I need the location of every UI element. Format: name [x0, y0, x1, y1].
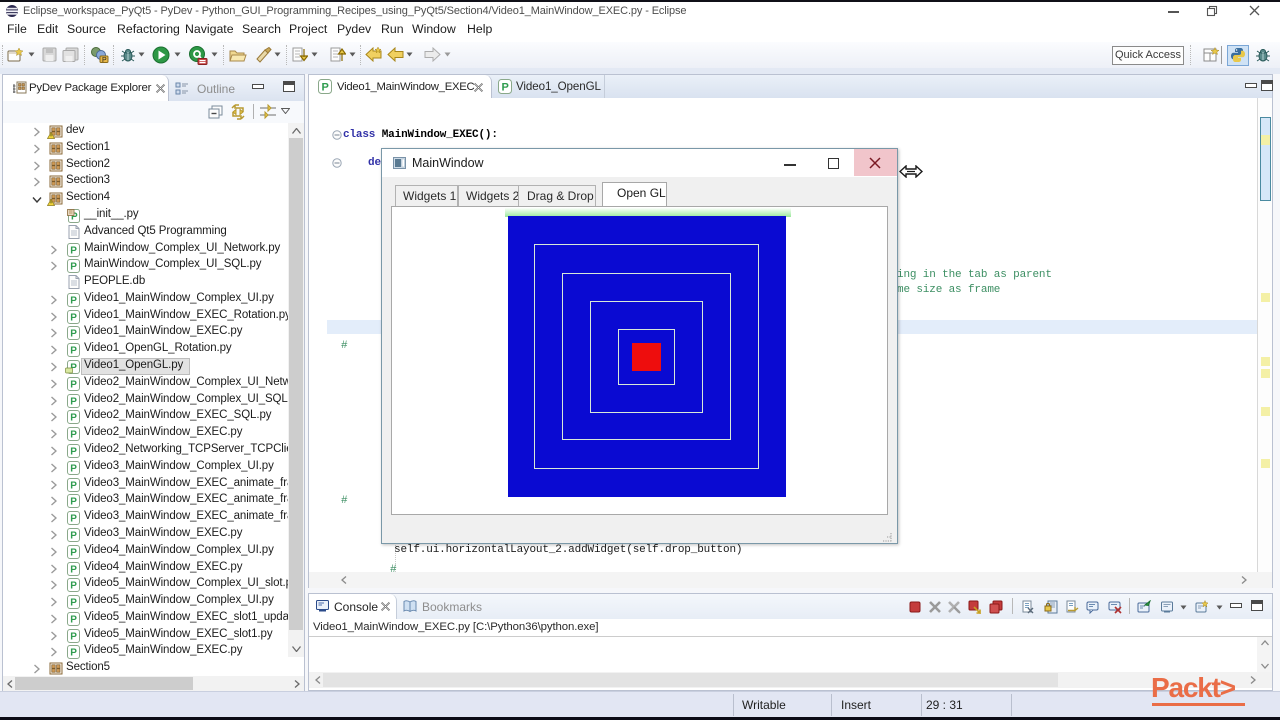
svg-text:P: P	[70, 430, 77, 441]
svg-text:P: P	[70, 447, 77, 458]
svg-text:P: P	[70, 296, 77, 307]
svg-text:P: P	[70, 598, 77, 609]
svg-text:P: P	[70, 329, 77, 340]
svg-text:P: P	[70, 615, 77, 626]
svg-text:P: P	[70, 648, 77, 659]
svg-text:P: P	[322, 82, 329, 94]
svg-text:P: P	[70, 548, 77, 559]
svg-text:P: P	[70, 632, 77, 643]
svg-text:P: P	[70, 581, 77, 592]
svg-text:P: P	[70, 262, 77, 273]
svg-text:P: P	[70, 246, 77, 257]
svg-text:P: P	[70, 346, 77, 357]
svg-text:P: P	[70, 481, 77, 492]
svg-text:P: P	[70, 514, 77, 525]
svg-text:P: P	[70, 313, 77, 324]
svg-text:P: P	[102, 57, 107, 63]
svg-text:P: P	[70, 464, 77, 475]
svg-text:P: P	[70, 413, 77, 424]
svg-text:P: P	[70, 380, 77, 391]
svg-text:P: P	[502, 82, 509, 94]
svg-text:P: P	[70, 565, 77, 576]
svg-text:P: P	[70, 397, 77, 408]
svg-text:P: P	[70, 531, 77, 542]
svg-text:P: P	[70, 497, 77, 508]
